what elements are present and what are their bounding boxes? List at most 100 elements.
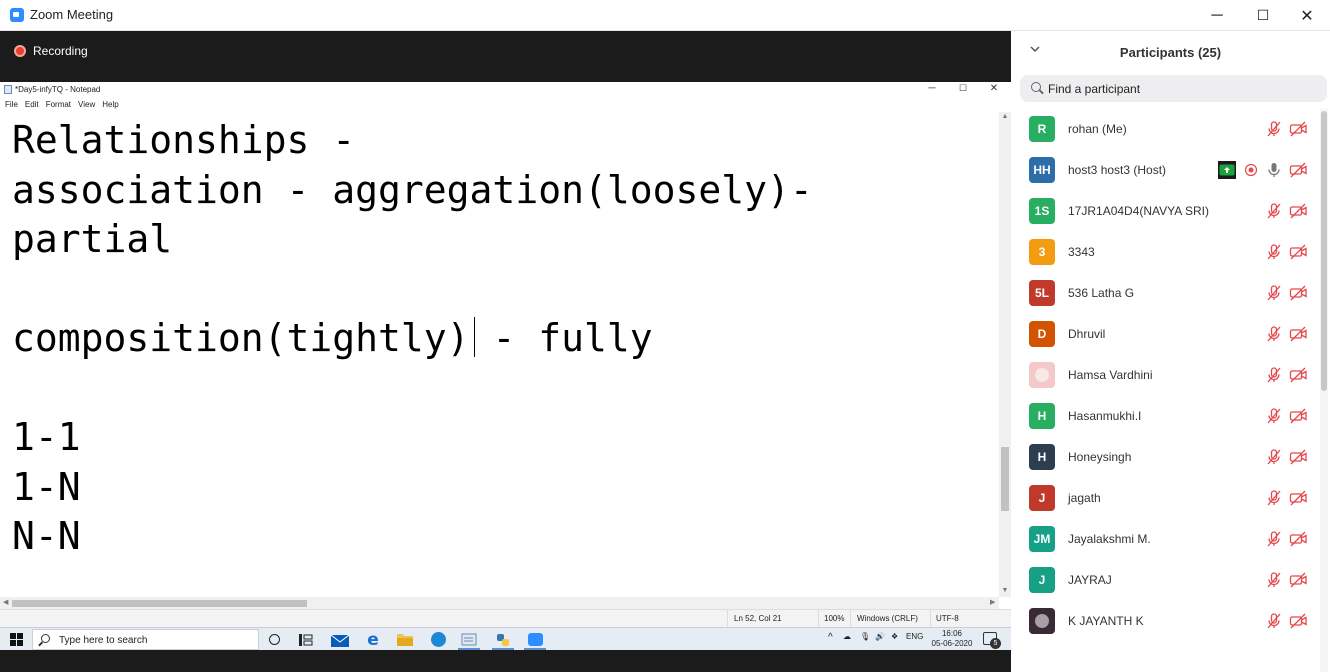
zoom-logo-icon (10, 8, 24, 22)
scroll-up-icon[interactable]: ▲ (999, 113, 1011, 120)
scrollbar-thumb[interactable] (1321, 111, 1327, 391)
muted-microphone-icon (1265, 284, 1283, 302)
recording-label: Recording (33, 44, 88, 58)
participant-row[interactable]: J JAYRAJ (1011, 560, 1318, 601)
notepad-close-button[interactable]: ✕ (987, 83, 1001, 94)
scrollbar-thumb[interactable] (1001, 447, 1009, 511)
participants-panel: Participants (25) Rrohan (Me)HHhost3 hos… (1011, 31, 1330, 672)
participant-row[interactable]: K JAYANTH K (1011, 601, 1318, 642)
text-line: N-N (12, 514, 81, 558)
notepad-taskbar-icon[interactable] (456, 630, 482, 650)
close-button[interactable]: ✕ (1284, 0, 1330, 31)
find-participant-input[interactable] (1048, 79, 1318, 98)
text-line: association - aggregation(loosely)- (12, 167, 813, 212)
avatar: R (1029, 116, 1055, 142)
screen-share-icon (1218, 161, 1236, 179)
avatar: J (1029, 567, 1055, 593)
notepad-restore-button[interactable]: ☐ (956, 83, 970, 94)
participant-row[interactable]: 1S 17JR1A04D4(NAVYA SRI) (1011, 191, 1318, 232)
zoom-window: Zoom Meeting ─ ☐ ✕ Recording *Day5-infyT… (0, 0, 1330, 672)
notepad-text-area[interactable]: Relationships - association - aggregation… (12, 116, 997, 596)
notepad-horizontal-scrollbar[interactable]: ◀ ▶ (0, 597, 999, 609)
line-ending: Windows (CRLF) (857, 614, 918, 623)
video-off-icon (1289, 202, 1307, 220)
edge-browser-icon[interactable]: e (360, 630, 386, 650)
scroll-left-icon[interactable]: ◀ (3, 598, 8, 606)
windows-start-icon[interactable] (10, 633, 23, 646)
mail-icon[interactable] (327, 630, 353, 649)
video-off-icon (1289, 284, 1307, 302)
cursor-position: Ln 52, Col 21 (734, 614, 782, 623)
language-indicator[interactable]: ENG (906, 632, 923, 641)
participant-row[interactable]: 3 3343 (1011, 232, 1318, 273)
muted-microphone-icon (1265, 489, 1283, 507)
notepad-title-bar: *Day5-infyTQ - Notepad ─ ☐ ✕ (0, 82, 1011, 98)
tray-expand-icon[interactable]: ^ (828, 632, 833, 643)
scroll-down-icon[interactable]: ▼ (999, 587, 1011, 594)
muted-microphone-icon (1265, 202, 1283, 220)
cortana-icon[interactable] (261, 630, 287, 649)
menu-file[interactable]: File (5, 100, 18, 111)
menu-view[interactable]: View (78, 100, 95, 111)
window-title: Zoom Meeting (30, 7, 114, 22)
clock-date: 05-06-2020 (931, 639, 973, 648)
menu-help[interactable]: Help (102, 100, 118, 111)
participant-row[interactable]: H Hasanmukhi.I (1011, 396, 1318, 437)
participant-name: JAYRAJ (1068, 573, 1112, 587)
menu-edit[interactable]: Edit (25, 100, 39, 111)
search-icon (41, 634, 50, 643)
participant-row[interactable]: D Dhruvil (1011, 314, 1318, 355)
participant-row[interactable]: Jjagath (1011, 478, 1318, 519)
microphone-tray-icon[interactable]: 🎙 (860, 632, 870, 641)
avatar: 3 (1029, 239, 1055, 265)
zoom-taskbar-icon[interactable] (522, 630, 548, 650)
notepad-minimize-button[interactable]: ─ (925, 83, 939, 94)
taskbar-search[interactable]: Type here to search (32, 629, 259, 650)
muted-microphone-icon (1265, 243, 1283, 261)
participant-row[interactable]: H Honeysingh (1011, 437, 1318, 478)
notepad-menu-bar: File Edit Format View Help (0, 98, 1011, 111)
maximize-button[interactable]: ☐ (1240, 0, 1286, 31)
volume-icon[interactable]: 🔊 (875, 632, 885, 641)
video-off-icon (1289, 120, 1307, 138)
notepad-vertical-scrollbar[interactable]: ▲ ▼ (999, 112, 1011, 597)
onedrive-icon[interactable]: ☁ (843, 632, 851, 641)
participant-row[interactable]: Rrohan (Me) (1011, 109, 1318, 150)
notification-center-icon[interactable]: 5 (983, 632, 1001, 649)
muted-microphone-icon (1265, 120, 1283, 138)
participant-row[interactable]: JM Jayalakshmi M. (1011, 519, 1318, 560)
muted-microphone-icon (1265, 571, 1283, 589)
taskbar-search-placeholder: Type here to search (59, 635, 148, 646)
muted-microphone-icon (1265, 612, 1283, 630)
participant-row[interactable]: Hamsa Vardhini (1011, 355, 1318, 396)
participant-name: Hasanmukhi.I (1068, 409, 1142, 423)
notepad-title: *Day5-infyTQ - Notepad (15, 85, 101, 94)
video-off-icon (1289, 571, 1307, 589)
text-line (12, 364, 997, 414)
participant-row[interactable]: 5L 536 Latha G (1011, 273, 1318, 314)
video-off-icon (1289, 530, 1307, 548)
participant-name: host3 host3 (Host) (1068, 163, 1167, 177)
text-segment: composition(tightly) (12, 316, 470, 360)
windows-taskbar: Type here to search e ^ ☁ 🎙 🔊 ❖ ENG 16:0… (0, 627, 1011, 650)
participants-title: Participants (25) (1119, 45, 1222, 60)
notepad-icon (4, 85, 12, 94)
scroll-right-icon[interactable]: ▶ (990, 598, 995, 606)
taskbar-clock[interactable]: 16:06 05-06-2020 (930, 629, 974, 649)
avatar: 5L (1029, 280, 1055, 306)
find-participant-search[interactable] (1020, 75, 1327, 102)
task-view-icon[interactable] (293, 630, 319, 649)
muted-microphone-icon (1265, 407, 1283, 425)
participant-name: Honeysingh (1068, 450, 1132, 464)
participant-list: Rrohan (Me) HH host3 host3 (Host) 1S 17JR1A0… (1011, 109, 1318, 672)
python-icon[interactable] (490, 630, 516, 650)
file-explorer-icon[interactable] (392, 630, 418, 649)
minimize-button[interactable]: ─ (1194, 0, 1240, 31)
menu-format[interactable]: Format (46, 100, 71, 111)
scrollbar-thumb[interactable] (12, 600, 307, 607)
recording-icon (14, 45, 26, 57)
participant-row[interactable]: HH host3 host3 (Host) (1011, 150, 1318, 191)
app-icon[interactable] (425, 630, 451, 649)
dropbox-icon[interactable]: ❖ (891, 632, 898, 641)
participant-list-scrollbar[interactable] (1320, 109, 1328, 672)
